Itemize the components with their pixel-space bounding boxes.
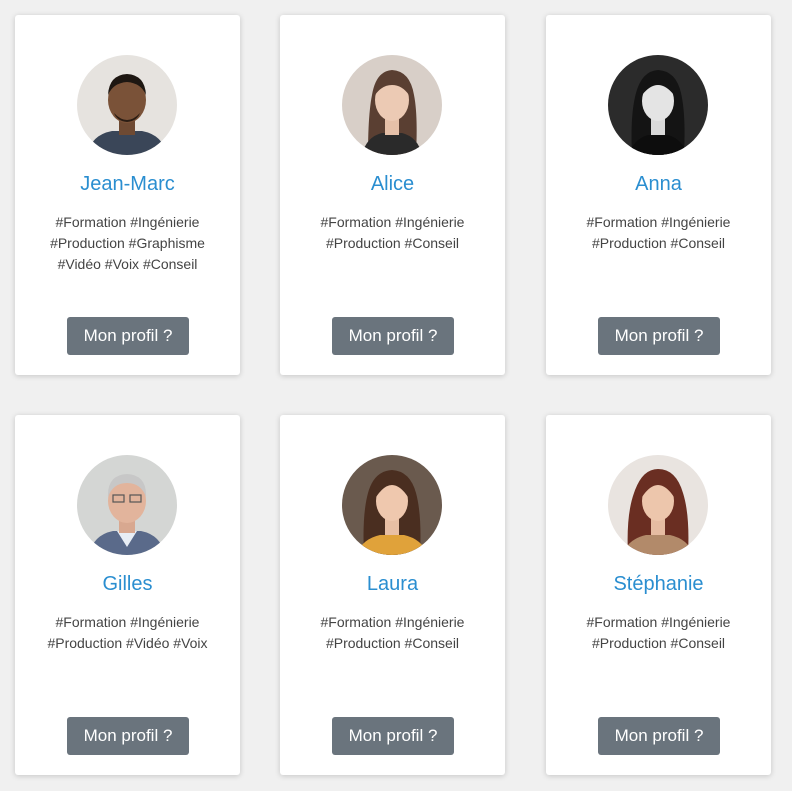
profile-tags: #Formation #Ingénierie #Production #Cons… xyxy=(290,212,495,254)
tag-line: #Formation #Ingénierie xyxy=(320,614,465,630)
tag-line: #Production #Conseil xyxy=(591,635,726,651)
profile-name: Alice xyxy=(370,173,415,195)
profile-name: Stéphanie xyxy=(613,573,704,595)
tag-line: #Production #Conseil xyxy=(591,235,726,251)
profile-card-jean-marc: Jean-Marc #Formation #Ingénierie #Produc… xyxy=(15,15,240,375)
profile-button[interactable]: Mon profil ? xyxy=(598,717,720,755)
tag-line: #Production #Graphisme xyxy=(50,235,205,251)
tag-line: #Formation #Ingénierie xyxy=(55,214,200,230)
profile-card-alice: Alice #Formation #Ingénierie #Production… xyxy=(280,15,505,375)
avatar-photo xyxy=(342,455,442,555)
profile-tags: #Formation #Ingénierie #Production #Vidé… xyxy=(25,612,230,654)
avatar-photo xyxy=(77,55,177,155)
tag-line: #Production #Vidéo #Voix xyxy=(47,635,208,651)
profile-button[interactable]: Mon profil ? xyxy=(67,717,189,755)
tag-line: #Formation #Ingénierie xyxy=(586,614,731,630)
profile-name: Jean-Marc xyxy=(80,173,175,195)
tag-line: #Production #Conseil xyxy=(325,635,460,651)
profile-tags: #Formation #Ingénierie #Production #Cons… xyxy=(556,212,761,254)
tag-line: #Formation #Ingénierie xyxy=(586,214,731,230)
profile-tags: #Formation #Ingénierie #Production #Cons… xyxy=(290,612,495,654)
profile-card-stephanie: Stéphanie #Formation #Ingénierie #Produc… xyxy=(546,415,771,775)
profile-name: Gilles xyxy=(102,573,153,595)
profile-button[interactable]: Mon profil ? xyxy=(598,317,720,355)
avatar-photo xyxy=(608,55,708,155)
profile-button[interactable]: Mon profil ? xyxy=(67,317,189,355)
profile-name: Laura xyxy=(366,573,419,595)
profile-card-gilles: Gilles #Formation #Ingénierie #Productio… xyxy=(15,415,240,775)
profile-button[interactable]: Mon profil ? xyxy=(332,317,454,355)
profile-tags: #Formation #Ingénierie #Production #Cons… xyxy=(556,612,761,654)
avatar-photo xyxy=(77,455,177,555)
profile-button[interactable]: Mon profil ? xyxy=(332,717,454,755)
profile-card-anna: Anna #Formation #Ingénierie #Production … xyxy=(546,15,771,375)
profile-name: Anna xyxy=(635,173,682,195)
tag-line: #Formation #Ingénierie xyxy=(55,614,200,630)
avatar-photo xyxy=(342,55,442,155)
tag-line: #Production #Conseil xyxy=(325,235,460,251)
profile-card-laura: Laura #Formation #Ingénierie #Production… xyxy=(280,415,505,775)
tag-line: #Vidéo #Voix #Conseil xyxy=(57,256,198,272)
avatar-photo xyxy=(608,455,708,555)
tag-line: #Formation #Ingénierie xyxy=(320,214,465,230)
profile-tags: #Formation #Ingénierie #Production #Grap… xyxy=(25,212,230,275)
